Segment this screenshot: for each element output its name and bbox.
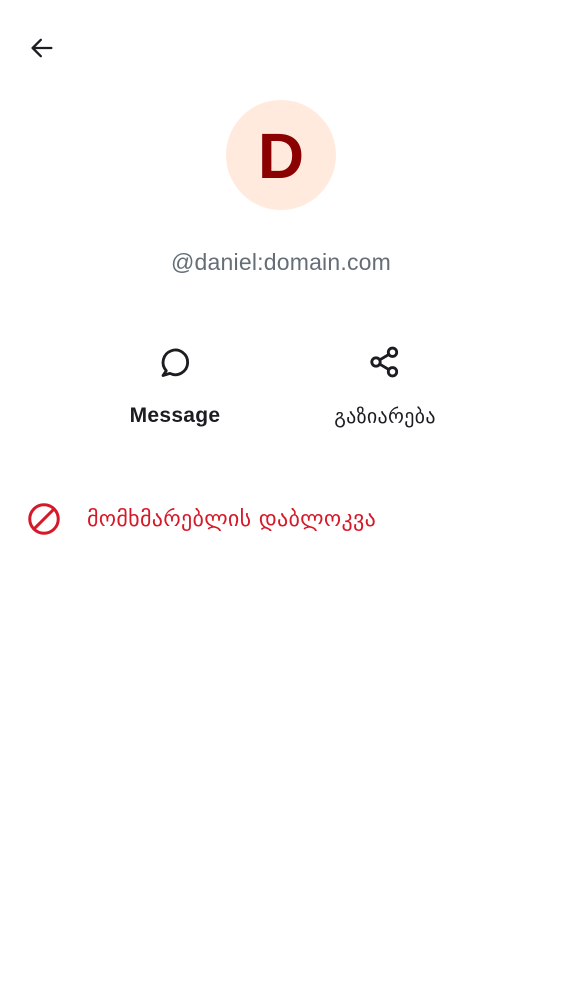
arrow-left-icon (28, 34, 56, 67)
message-button[interactable]: Message (75, 336, 275, 428)
avatar-initial: D (257, 120, 305, 192)
block-user-button[interactable]: მომხმარებლის დაბლოკვა (0, 488, 562, 550)
user-id: @daniel:domain.com (171, 249, 391, 275)
block-user-label: მომხმარებლის დაბლოკვა (87, 506, 377, 532)
share-icon (365, 342, 405, 382)
share-label: გაზიარება (334, 404, 436, 428)
block-icon (26, 501, 62, 537)
chat-bubble-icon (155, 342, 195, 382)
avatar: D (226, 100, 336, 210)
message-label: Message (129, 404, 221, 427)
back-button[interactable] (18, 26, 66, 74)
share-button[interactable]: გაზიარება (285, 336, 485, 428)
